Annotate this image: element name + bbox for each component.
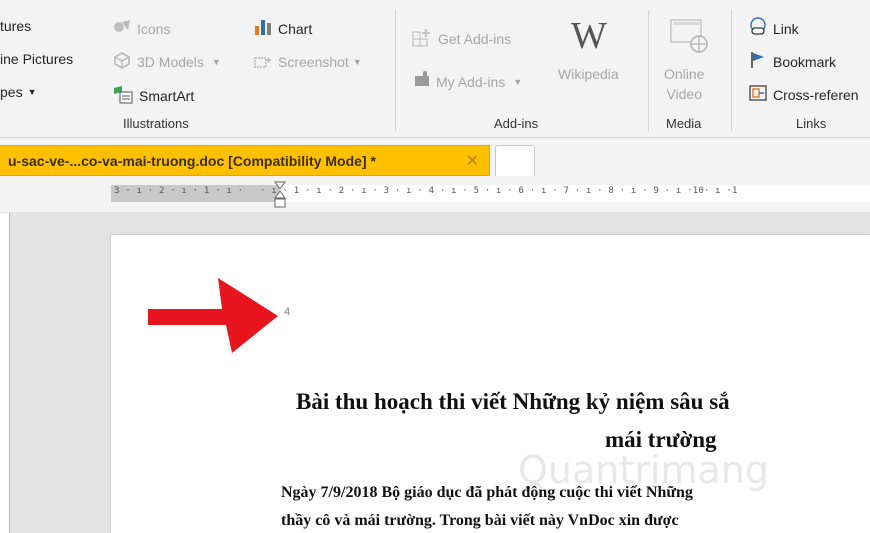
my-addins-label: My Add-ins	[436, 73, 506, 90]
group-divider	[395, 10, 396, 132]
link-label: Link	[773, 20, 799, 37]
my-addins-button[interactable]: My Add-ins ▼	[411, 70, 522, 93]
vertical-ruler	[0, 213, 10, 533]
links-group-label: Links	[796, 116, 827, 131]
store-grid-icon	[411, 26, 433, 51]
3d-models-label: 3D Models	[137, 53, 204, 70]
chevron-down-icon: ▼	[513, 76, 523, 87]
online-pictures-label: ine Pictures	[0, 51, 74, 67]
chevron-down-icon: ▼	[27, 87, 37, 97]
document-tab-title: u-sac-ve-...co-va-mai-truong.doc [Compat…	[8, 152, 376, 169]
screenshot-icon	[253, 51, 273, 72]
online-video-label-2: Video	[666, 86, 703, 102]
media-group-label: Media	[666, 116, 702, 131]
document-tab[interactable]: u-sac-ve-...co-va-mai-truong.doc [Compat…	[0, 145, 490, 176]
page-number: 4	[284, 306, 291, 318]
document-title-line-2: mái trường	[605, 427, 717, 452]
bookmark-button[interactable]: Bookmark	[748, 50, 836, 73]
ribbon: tures ine Pictures pes ▼ Icons 3D Models…	[0, 0, 870, 138]
chart-label: Chart	[278, 20, 313, 37]
link-icon	[748, 17, 768, 40]
cube-icon	[112, 51, 132, 72]
shapes-button[interactable]: pes ▼	[0, 84, 37, 100]
document-title-line-1: Bài thu hoạch thi viết Những kỷ niệm sâu…	[296, 389, 730, 414]
close-icon[interactable]: ✕	[466, 151, 479, 171]
document-tab-bar: u-sac-ve-...co-va-mai-truong.doc [Compat…	[0, 138, 870, 180]
smartart-button[interactable]: SmartArt	[112, 84, 194, 107]
body-text-line-1: Ngày 7/9/2018 Bộ giáo dục đã phát động c…	[281, 484, 693, 501]
wikipedia-label: Wikipedia	[558, 66, 619, 82]
wikipedia-button[interactable]: Wikipedia	[558, 66, 619, 82]
group-divider	[648, 10, 649, 132]
bookmark-label: Bookmark	[773, 53, 837, 70]
red-arrow-icon	[148, 278, 278, 359]
cross-reference-label: Cross-referen	[773, 86, 859, 103]
online-video-label-1: Online	[664, 66, 705, 82]
shapes-label: pes	[0, 84, 23, 100]
addins-group-label: Add-ins	[494, 116, 539, 131]
group-divider	[731, 10, 732, 132]
smartart-icon	[112, 84, 134, 107]
body-text-line-2: thầy cô và mái trường. Trong bài viết nà…	[281, 512, 679, 529]
screenshot-button[interactable]: Screenshot ▼	[253, 51, 362, 72]
link-button[interactable]: Link	[748, 17, 799, 40]
indent-marker-icon[interactable]	[274, 181, 286, 216]
get-addins-button[interactable]: Get Add-ins	[411, 26, 511, 51]
chevron-down-icon: ▼	[211, 56, 221, 67]
horizontal-ruler[interactable]: 3 · ı · 2 · ı · 1 · ı · · ı · 1 · ı · 2 …	[0, 180, 870, 213]
online-pictures-button[interactable]: ine Pictures	[0, 51, 73, 67]
cross-reference-button[interactable]: Cross-referen	[748, 83, 859, 106]
puzzle-icon	[411, 70, 431, 93]
pictures-label: tures	[0, 18, 32, 34]
smartart-label: SmartArt	[139, 87, 195, 104]
wikipedia-icon[interactable]: W	[571, 14, 607, 58]
get-addins-label: Get Add-ins	[438, 30, 512, 47]
illustrations-group-label: Illustrations	[123, 116, 189, 131]
screenshot-label: Screenshot	[278, 53, 349, 70]
ruler-ticks: 3 · ı · 2 · ı · 1 · ı · · ı · 1 · ı · 2 …	[114, 186, 738, 196]
bookmark-flag-icon	[748, 50, 768, 73]
bar-chart-icon	[253, 18, 273, 39]
online-video-icon[interactable]	[667, 14, 713, 63]
pictures-button[interactable]: tures	[0, 18, 31, 34]
icons-icon	[112, 18, 132, 39]
3d-models-button[interactable]: 3D Models ▼	[112, 51, 221, 72]
icons-label: Icons	[137, 20, 171, 37]
cross-reference-icon	[748, 83, 768, 106]
icons-button[interactable]: Icons	[112, 18, 170, 39]
new-tab-button[interactable]	[495, 145, 535, 176]
online-video-button[interactable]: Online Video	[664, 66, 704, 102]
chart-button[interactable]: Chart	[253, 18, 312, 39]
chevron-down-icon: ▼	[352, 56, 362, 67]
